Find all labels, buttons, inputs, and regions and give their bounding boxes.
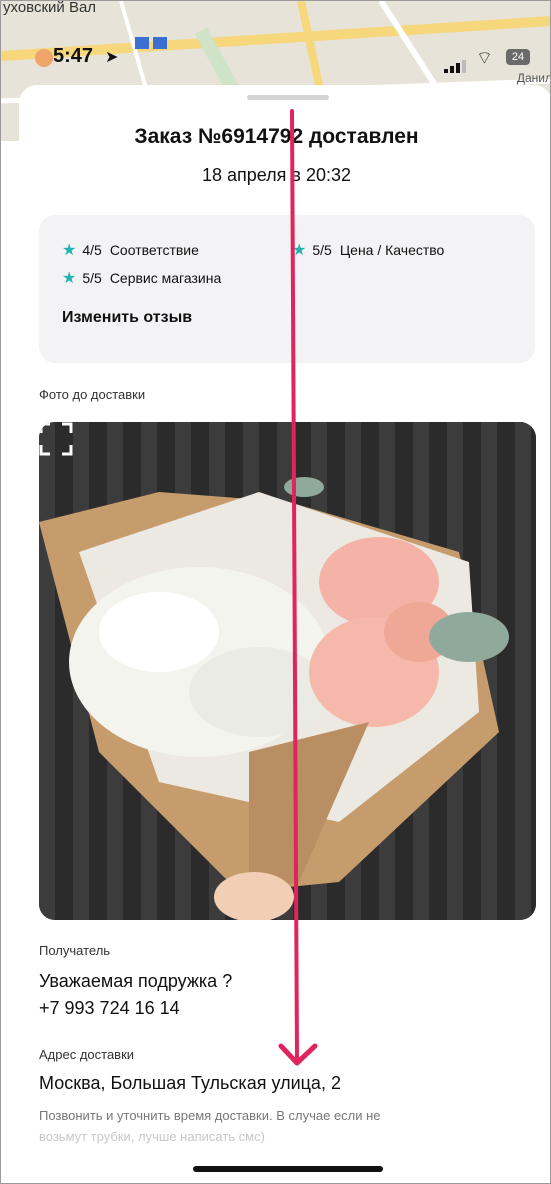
map-street-label: ухов­ский Вал: [3, 1, 97, 16]
status-bar: 5:47 ➤ ⌔ 24: [1, 41, 550, 73]
delivery-address-label: Адрес доставки: [39, 1047, 135, 1062]
location-indicator-icon: [35, 49, 53, 67]
sheet-grabber[interactable]: [247, 95, 329, 100]
order-date: 18 апреля в 20:32: [201, 165, 352, 185]
wifi-icon: ⌔: [476, 48, 493, 68]
bouquet-image: [39, 422, 536, 920]
home-indicator[interactable]: [193, 1166, 383, 1172]
delivery-address: Москва, Большая Тульская улица, 2: [39, 1073, 341, 1093]
star-icon: ★: [292, 242, 307, 259]
rating-score: 4/5: [82, 242, 102, 258]
rating-score: 5/5: [82, 270, 102, 286]
delivery-comment: Позвонить и уточнить время доставки. В с…: [39, 1108, 381, 1123]
edit-review-button[interactable]: Изменить отзыв: [62, 309, 192, 327]
rating-label: Соответствие: [109, 242, 199, 258]
delivery-comment-cut: возьмут трубки, лучше написать смс): [39, 1129, 265, 1144]
rating-match: ★ 4/5 Соответствие: [62, 240, 199, 260]
order-sheet: Заказ №6914792 доставлен 18 апреля в 20:…: [19, 85, 550, 1183]
order-title: Заказ №6914792 доставлен: [134, 125, 419, 148]
location-arrow-icon: ➤: [105, 49, 119, 66]
star-icon: ★: [62, 242, 77, 259]
review-card: ★ 4/5 Соответствие ★ 5/5 Цена / Качество ★ 5/…: [39, 215, 535, 363]
rating-label: Сервис магазина: [109, 270, 222, 286]
recipient-label: Получатель: [39, 943, 111, 958]
rating-price-quality: ★ 5/5 Цена / Качество: [292, 240, 444, 260]
expand-icon[interactable]: [39, 422, 73, 456]
status-time: 5:47: [53, 45, 94, 67]
photo-section-label: Фото до доставки: [39, 387, 146, 402]
screen: ухов­ский Вал Данил 5:47 ➤ ⌔ 24 Заказ №6…: [0, 0, 551, 1184]
recipient-name: Уважаемая подружка ?: [39, 971, 233, 991]
cellular-signal-icon: [444, 55, 468, 73]
recipient-phone[interactable]: +7 993 724 16 14: [39, 998, 180, 1019]
rating-label: Цена / Качество: [339, 242, 445, 258]
star-icon: ★: [62, 270, 77, 287]
map-street-label-right: Данил: [516, 71, 551, 85]
bouquet-photo[interactable]: [39, 422, 536, 920]
rating-score: 5/5: [312, 242, 332, 258]
battery-icon: 24: [506, 49, 530, 65]
rating-shop-service: ★ 5/5 Сервис магазина: [62, 268, 221, 288]
